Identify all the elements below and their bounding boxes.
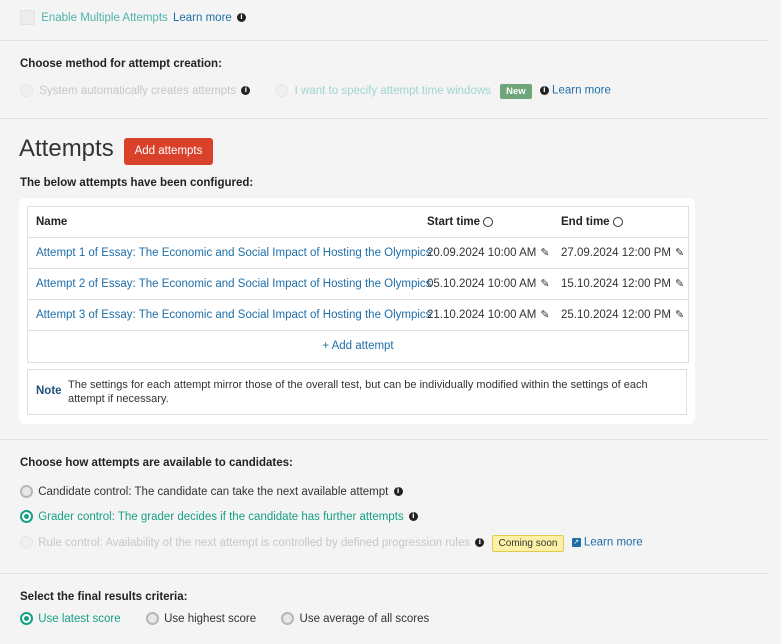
rule-control-label: Rule control: Availability of the next a… (38, 536, 471, 549)
external-link-icon: ↗ (571, 538, 581, 547)
clock-icon (483, 216, 494, 227)
table-row: Attempt 1 of Essay: The Economic and Soc… (28, 238, 688, 269)
candidate-control-option[interactable]: Candidate control: The candidate can tak… (20, 485, 403, 498)
method-learn-more-link[interactable]: Learn more (552, 85, 611, 97)
info-icon[interactable]: i (393, 487, 403, 496)
divider (0, 439, 769, 440)
end-time-cell: 15.10.2024 12:00 PM ✎ (561, 269, 684, 299)
info-icon[interactable]: i (408, 512, 418, 521)
edit-pencil-icon[interactable]: ✎ (540, 238, 549, 268)
clock-icon (612, 216, 623, 227)
add-attempt-link[interactable]: + Add attempt (322, 340, 393, 352)
end-time-cell: 27.09.2024 12:00 PM ✎ (561, 238, 684, 268)
table-row: Attempt 2 of Essay: The Economic and Soc… (28, 269, 688, 300)
rule-learn-more-link[interactable]: Learn more (584, 537, 643, 549)
results-heading: Select the final results criteria: (20, 591, 188, 603)
latest-score-radio[interactable] (20, 612, 33, 625)
system-creates-label: System automatically creates attempts (39, 84, 237, 97)
column-header-name: Name (36, 216, 68, 228)
attempts-table: Name Start time End time Attempt 1 of Es… (27, 206, 689, 363)
highest-score-label: Use highest score (164, 612, 257, 625)
info-icon[interactable]: i (539, 86, 549, 95)
divider (0, 573, 769, 574)
start-time-cell: 20.09.2024 10:00 AM ✎ (427, 238, 550, 268)
multiple-attempts-learn-more-link[interactable]: Learn more (173, 12, 232, 24)
note-text: The settings for each attempt mirror tho… (68, 379, 648, 405)
time-windows-radio[interactable] (275, 84, 289, 97)
add-attempt-row: + Add attempt (28, 331, 688, 362)
attempt-name-link[interactable]: Attempt 2 of Essay: The Economic and Soc… (36, 269, 431, 299)
table-header: Name Start time End time (28, 207, 688, 238)
info-icon[interactable]: i (475, 538, 485, 547)
grader-control-radio[interactable] (20, 510, 33, 523)
time-windows-label: I want to specify attempt time windows (294, 84, 491, 97)
candidate-control-label: Candidate control: The candidate can tak… (38, 485, 389, 498)
start-time-cell: 21.10.2024 10:00 AM ✎ (427, 300, 550, 330)
edit-pencil-icon[interactable]: ✎ (675, 269, 684, 299)
edit-pencil-icon[interactable]: ✎ (540, 269, 549, 299)
highest-score-option[interactable]: Use highest score (145, 612, 259, 625)
divider (0, 118, 769, 119)
grader-control-option[interactable]: Grader control: The grader decides if th… (20, 510, 418, 523)
table-row: Attempt 3 of Essay: The Economic and Soc… (28, 300, 688, 331)
average-score-label: Use average of all scores (299, 612, 430, 625)
note-box: Note The settings for each attempt mirro… (27, 369, 687, 415)
end-time-cell: 25.10.2024 12:00 PM ✎ (561, 300, 684, 330)
info-icon[interactable]: i (237, 13, 246, 22)
latest-score-label: Use latest score (38, 612, 121, 625)
average-score-option[interactable]: Use average of all scores (281, 612, 430, 625)
new-badge: New (500, 83, 532, 99)
edit-pencil-icon[interactable]: ✎ (675, 238, 684, 268)
configured-label: The below attempts have been configured: (20, 177, 254, 189)
results-options: Use latest score Use highest score Use a… (20, 612, 429, 625)
coming-soon-badge: Coming soon (491, 534, 565, 552)
enable-multiple-attempts-row: Enable Multiple Attempts Learn more i (20, 10, 246, 25)
rule-control-option: Rule control: Availability of the next a… (20, 534, 643, 552)
rule-control-radio[interactable] (20, 536, 33, 549)
column-header-end-time: End time (561, 207, 623, 237)
column-header-start-time: Start time (427, 207, 494, 237)
highest-score-radio[interactable] (145, 612, 159, 625)
start-time-cell: 05.10.2024 10:00 AM ✎ (427, 269, 550, 299)
availability-heading: Choose how attempts are available to can… (20, 457, 293, 469)
enable-multiple-attempts-checkbox[interactable] (20, 10, 35, 25)
attempt-name-link[interactable]: Attempt 1 of Essay: The Economic and Soc… (36, 238, 431, 268)
divider (0, 40, 769, 41)
method-options: System automatically creates attempts i … (20, 83, 611, 99)
candidate-control-radio[interactable] (20, 485, 33, 498)
average-score-radio[interactable] (281, 612, 295, 625)
edit-pencil-icon[interactable]: ✎ (675, 300, 684, 330)
note-label: Note (36, 385, 62, 397)
method-heading: Choose method for attempt creation: (20, 58, 222, 70)
info-icon[interactable]: i (241, 86, 251, 95)
add-attempts-button[interactable]: Add attempts (124, 138, 213, 165)
enable-multiple-attempts-label: Enable Multiple Attempts (41, 11, 168, 24)
grader-control-label: Grader control: The grader decides if th… (38, 510, 404, 523)
latest-score-option[interactable]: Use latest score (20, 612, 124, 625)
system-creates-radio[interactable] (20, 84, 33, 97)
attempt-name-link[interactable]: Attempt 3 of Essay: The Economic and Soc… (36, 300, 431, 330)
edit-pencil-icon[interactable]: ✎ (540, 300, 549, 330)
attempts-title: Attempts (19, 135, 114, 162)
